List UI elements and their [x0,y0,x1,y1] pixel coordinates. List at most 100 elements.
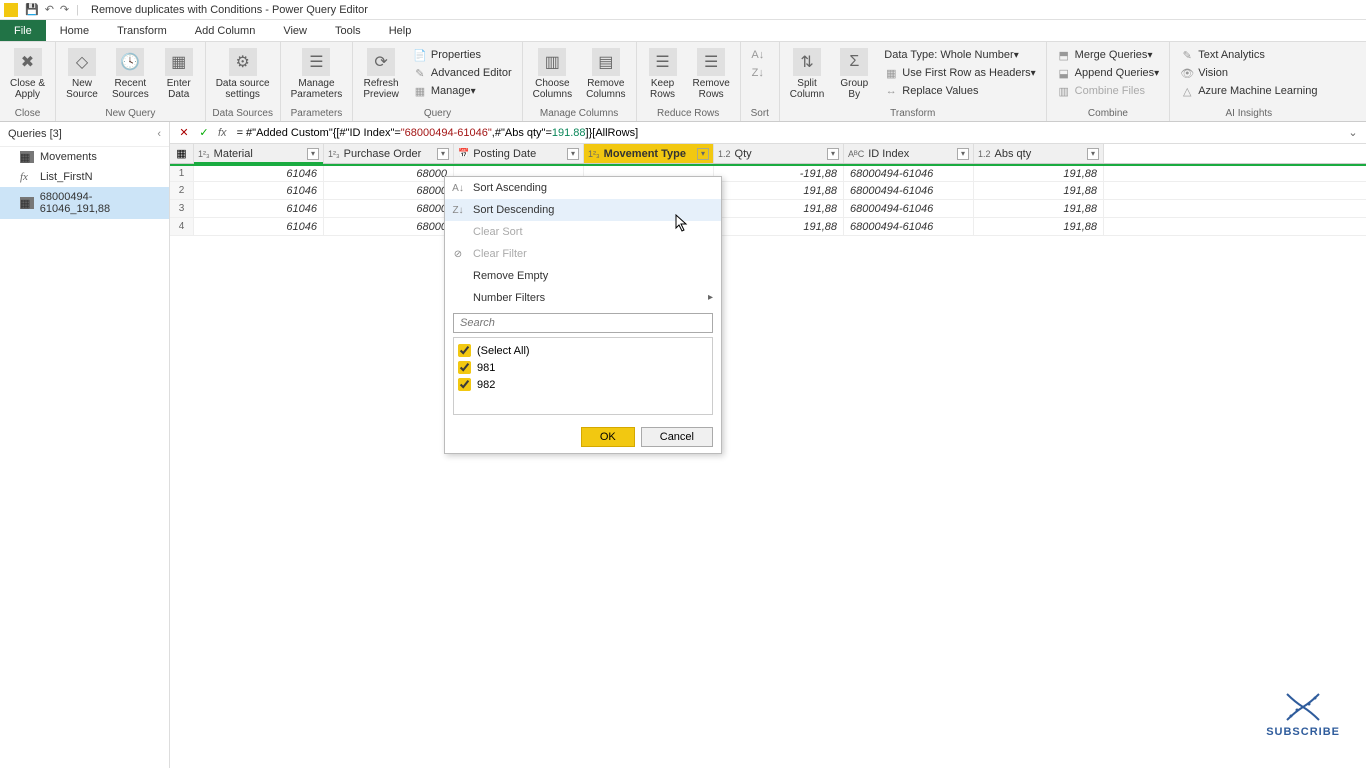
manage-button[interactable]: ▦Manage ▾ [409,82,516,100]
query-item-68000494-61046-191-88[interactable]: ▦68000494-61046_191,88 [0,187,169,219]
save-icon[interactable]: 💾 [25,3,39,16]
sort-asc-button[interactable]: A↓ [747,46,773,64]
choose-columns-button[interactable]: ▥ChooseColumns [529,46,576,102]
clear-sort-item: Clear Sort [445,221,721,243]
text-analytics-button[interactable]: ✎Text Analytics [1176,46,1321,64]
column-header-abs-qty[interactable]: 1.2Abs qty▾ [974,144,1104,163]
filter-search [453,313,713,333]
column-header-id-index[interactable]: AᴮCID Index▾ [844,144,974,163]
keep-rows-button[interactable]: ☰KeepRows [643,46,683,102]
formula-bar: ✕ ✓ fx = #"Added Custom"{[#"ID Index"="6… [170,122,1366,144]
enter-data-button[interactable]: ▦EnterData [159,46,199,102]
group-new-query: ◇NewSource 🕓RecentSources ▦EnterData New… [56,42,206,121]
group-close: ✖Close &Apply Close [0,42,56,121]
clear-filter-item: ⊘Clear Filter [445,243,721,265]
formula-accept-icon[interactable]: ✓ [194,126,214,139]
advanced-editor-button[interactable]: ✎Advanced Editor [409,64,516,82]
subscribe-watermark: SUBSCRIBE [1266,690,1340,738]
group-ai-label: AI Insights [1176,106,1321,121]
remove-columns-button[interactable]: ▤RemoveColumns [582,46,629,102]
tab-file[interactable]: File [0,20,46,41]
formula-input[interactable]: = #"Added Custom"{[#"ID Index"="68000494… [231,126,1344,139]
new-source-button[interactable]: ◇NewSource [62,46,102,102]
table-row[interactable]: 46104668000191,8868000494-61046191,88 [170,218,1366,236]
column-header-qty[interactable]: 1.2Qty▾ [714,144,844,163]
tab-tools[interactable]: Tools [321,20,375,41]
group-query-label: Query [359,106,515,121]
filter-select-all[interactable]: (Select All) [458,342,708,359]
combine-files-button[interactable]: ▥Combine Files [1053,82,1164,100]
tab-transform[interactable]: Transform [103,20,181,41]
sort-ascending-item[interactable]: A↓Sort Ascending [445,177,721,199]
column-header-material[interactable]: 1²₃Material▾ [194,144,324,163]
group-parameters-label: Parameters [287,106,347,121]
table-row[interactable]: 16104668000-191,8868000494-61046191,88 [170,164,1366,182]
sort-descending-item[interactable]: Z↓Sort Descending [445,199,721,221]
query-item-movements[interactable]: ▦Movements [0,147,169,167]
queries-header: Queries [3] ‹ [0,122,169,147]
data-type-button[interactable]: Data Type: Whole Number ▾ [880,46,1039,64]
queries-title: Queries [3] [8,128,62,140]
first-row-headers-button[interactable]: ▦Use First Row as Headers ▾ [880,64,1039,82]
type-icon: 1²₃ [328,149,340,159]
tab-add-column[interactable]: Add Column [181,20,270,41]
column-filter-icon[interactable]: ▾ [567,148,579,160]
group-data-sources-label: Data Sources [212,106,274,121]
filter-cancel-button[interactable]: Cancel [641,427,713,447]
remove-rows-button[interactable]: ☰RemoveRows [689,46,734,102]
group-combine: ⬒Merge Queries ▾ ⬓Append Queries ▾ ▥Comb… [1047,42,1171,121]
fx-icon: fx [218,127,227,139]
group-sort-label: Sort [747,106,773,121]
filter-value-982[interactable]: 982 [458,376,708,393]
column-filter-icon[interactable]: ▾ [827,148,839,160]
filter-ok-button[interactable]: OK [581,427,635,447]
column-header-posting-date[interactable]: 📅Posting Date▾ [454,144,584,163]
tab-help[interactable]: Help [375,20,426,41]
rownum-header-icon[interactable]: ▦ [170,144,194,163]
column-filter-icon[interactable]: ▾ [437,148,449,160]
split-column-button[interactable]: ⇅SplitColumn [786,46,828,102]
type-icon: AᴮC [848,149,864,159]
append-queries-button[interactable]: ⬓Append Queries ▾ [1053,64,1164,82]
sort-desc-button[interactable]: Z↓ [747,64,773,82]
filter-value-981[interactable]: 981 [458,359,708,376]
number-filters-item[interactable]: Number Filters [445,287,721,309]
column-filter-icon[interactable]: ▾ [307,148,319,160]
manage-parameters-button[interactable]: ☰ManageParameters [287,46,347,102]
tab-view[interactable]: View [269,20,321,41]
filter-search-input[interactable] [453,313,713,333]
filter-buttons: OK Cancel [445,421,721,453]
properties-button[interactable]: 📄Properties [409,46,516,64]
undo-icon[interactable]: ↶ [45,3,54,16]
refresh-preview-button[interactable]: ⟳RefreshPreview [359,46,403,102]
query-item-list-firstn[interactable]: fxList_FirstN [0,167,169,187]
type-icon: 📅 [458,148,469,159]
replace-values-button[interactable]: ↔Replace Values [880,82,1039,100]
clear-filter-icon: ⊘ [451,247,465,261]
recent-sources-button[interactable]: 🕓RecentSources [108,46,153,102]
column-filter-icon[interactable]: ▾ [957,148,969,160]
azure-ml-button[interactable]: △Azure Machine Learning [1176,82,1321,100]
ribbon: ✖Close &Apply Close ◇NewSource 🕓RecentSo… [0,42,1366,122]
vision-button[interactable]: 👁Vision [1176,64,1321,82]
close-apply-button[interactable]: ✖Close &Apply [6,46,49,102]
window-title: Remove duplicates with Conditions - Powe… [91,4,368,16]
column-header-purchase-order[interactable]: 1²₃Purchase Order▾ [324,144,454,163]
remove-empty-item[interactable]: Remove Empty [445,265,721,287]
group-by-button[interactable]: ΣGroupBy [834,46,874,102]
merge-queries-button[interactable]: ⬒Merge Queries ▾ [1053,46,1164,64]
data-source-settings-button[interactable]: ⚙Data sourcesettings [212,46,274,102]
table-row[interactable]: 26104668000191,8868000494-61046191,88 [170,182,1366,200]
group-query: ⟳RefreshPreview 📄Properties ✎Advanced Ed… [353,42,522,121]
tab-home[interactable]: Home [46,20,103,41]
column-header-movement-type[interactable]: 1²₃Movement Type▾ [584,144,714,163]
collapse-queries-icon[interactable]: ‹ [157,128,161,140]
column-filter-icon[interactable]: ▾ [1087,148,1099,160]
column-filter-icon[interactable]: ▾ [697,148,709,160]
table-row[interactable]: 36104668000191,8868000494-61046191,88 [170,200,1366,218]
formula-cancel-icon[interactable]: ✕ [174,126,194,139]
type-icon: 1²₃ [588,149,600,159]
redo-icon[interactable]: ↷ [60,3,69,16]
formula-expand-icon[interactable]: ⌄ [1344,126,1362,139]
app-icon [4,3,18,17]
